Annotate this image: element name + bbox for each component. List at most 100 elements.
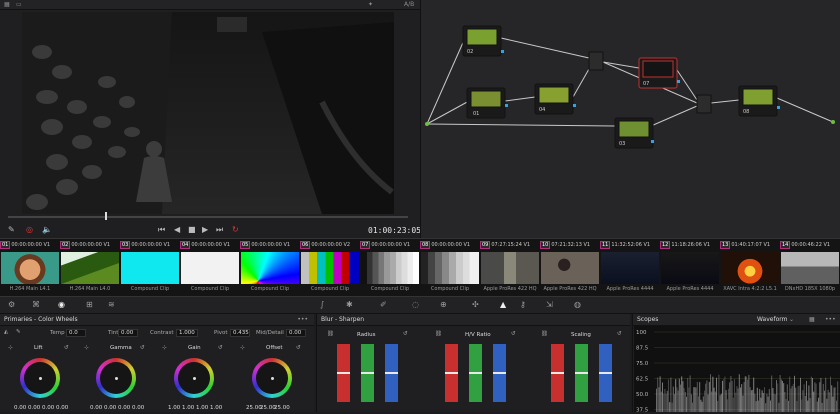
link-icon[interactable]: ⛓ [541,331,548,337]
loop-icon[interactable]: ◎ [26,225,33,235]
wheel-center-dot[interactable] [38,376,42,380]
warper-icon[interactable]: ✱ [346,300,353,309]
wheel-value[interactable]: 0.00 [118,405,130,411]
reset-icon[interactable]: ↺ [403,331,408,337]
wheel-label: Gamma [110,345,132,351]
wheel-mode-icon[interactable]: ⊹ [8,345,13,351]
clip-thumbnail[interactable]: 02 00:00:00:00 V1 H.264 Main L4.0 [60,239,120,297]
qualifier-icon[interactable]: ✐ [380,300,387,309]
pen-icon[interactable]: ✎ [8,225,15,235]
blur-channel-slider[interactable] [599,344,612,402]
wheel-value[interactable]: 0.00 [56,405,68,411]
wheel-value[interactable]: 0.00 [90,405,102,411]
wheel-value[interactable]: 0.00 [28,405,40,411]
clip-thumbnail[interactable]: 14 00:00:46:22 V1 DNxHD 185X 1080p [780,239,840,297]
blur-icon[interactable]: ▲ [500,300,506,309]
contrast-field[interactable]: 1.000 [176,329,198,337]
skip-forward-icon[interactable]: ⏭ [216,225,223,235]
wheel-value[interactable]: 25.00 [274,405,290,411]
wheel-value[interactable]: 1.00 [182,405,194,411]
wheel-value[interactable]: 0.00 [132,405,144,411]
reset-icon[interactable]: ↺ [140,345,145,351]
tint-field[interactable]: 0.00 [118,329,138,337]
reset-icon[interactable]: ↺ [218,345,223,351]
wheel-center-dot[interactable] [270,376,274,380]
wheel-mode-icon[interactable]: ⊹ [240,345,245,351]
blur-channel-slider[interactable] [445,344,458,402]
key-icon[interactable]: ⚷ [520,300,526,309]
scope-more-icon[interactable]: ••• [825,316,836,323]
clip-thumbnail[interactable]: 13 01:40:17:07 V1 XAVC Intra 4:2:2 L5.1 [720,239,780,297]
scope-toggle-icon[interactable]: ✦ [368,1,373,8]
link-icon[interactable]: ⛓ [327,331,334,337]
grid-icon[interactable]: ▦ [4,1,10,8]
blur-channel-slider[interactable] [337,344,350,402]
wheel-center-dot[interactable] [192,376,196,380]
color-match-icon[interactable]: ⌘ [32,300,40,309]
clip-header: 02 00:00:00:00 V1 [60,241,120,249]
reset-icon[interactable]: ↺ [511,331,516,337]
clip-thumbnail[interactable]: 09 07:27:15:24 V1 Apple ProRes 422 HQ [480,239,540,297]
stop-icon[interactable]: ■ [188,225,196,235]
wheel-value[interactable]: 0.00 [42,405,54,411]
play-icon[interactable]: ▶ [202,225,208,235]
sizing-icon[interactable]: ⇲ [546,300,553,309]
blur-channel-slider[interactable] [551,344,564,402]
clip-thumbnail[interactable]: 06 00:00:00:00 V2 Compound Clip [300,239,360,297]
wheel-value[interactable]: 0.00 [14,405,26,411]
clip-thumbnail[interactable]: 04 00:00:00:00 V1 Compound Clip [180,239,240,297]
magic-mask-icon[interactable]: ✣ [472,300,479,309]
playhead[interactable] [105,212,107,220]
reset-icon[interactable]: ↺ [617,331,622,337]
blur-channel-slider[interactable] [575,344,588,402]
scrub-bar[interactable] [8,216,408,218]
picker-icon[interactable]: ✎ [16,329,21,335]
3d-icon[interactable]: ◍ [574,300,581,309]
wheel-value[interactable]: 1.00 [210,405,222,411]
clip-thumbnail[interactable]: 08 00:00:00:00 V1 Compound Clip [420,239,480,297]
temp-field[interactable]: 0.0 [66,329,86,337]
waveform-trace [762,393,764,412]
clip-thumbnail[interactable]: 12 11:18:26:06 V1 Apple ProRes 4444 [660,239,720,297]
play-reverse-icon[interactable]: ◀ [174,225,180,235]
wheel-value[interactable]: 1.00 [168,405,180,411]
clip-thumbnail[interactable]: 03 00:00:00:00 V1 Compound Clip [120,239,180,297]
camera-raw-icon[interactable]: ⚙ [8,300,15,309]
color-wheels-icon[interactable]: ◉ [58,300,65,309]
reset-icon[interactable]: ↺ [296,345,301,351]
reset-icon[interactable]: ↺ [64,345,69,351]
node-graph[interactable]: 01 02 03 04 07 08 [420,0,840,238]
link-icon[interactable]: ⛓ [435,331,442,337]
scope-mode-select[interactable]: Waveform [757,316,787,323]
layout-icon[interactable]: ▭ [16,1,22,8]
motion-effects-icon[interactable]: ≋ [108,300,115,309]
loop-playback-icon[interactable]: ↻ [232,225,239,235]
skip-back-icon[interactable]: ⏮ [158,225,165,235]
pivot-field[interactable]: 0.435 [230,329,250,337]
clip-thumbnail[interactable]: 01 00:00:00:00 V1 H.264 Main L4.1 [0,239,60,297]
rgb-mixer-icon[interactable]: ⊞ [86,300,93,309]
clip-thumbnail[interactable]: 11 11:32:52:06 V1 Apple ProRes 4444 [600,239,660,297]
chevron-down-icon[interactable]: ⌄ [789,316,794,323]
clip-thumbnail[interactable]: 05 00:00:00:00 V1 Compound Clip [240,239,300,297]
wheel-value[interactable]: 0.00 [104,405,116,411]
blur-channel-slider[interactable] [385,344,398,402]
blur-channel-slider[interactable] [361,344,374,402]
scope-layout-icon[interactable]: ▦ [809,316,815,323]
curves-icon[interactable]: ∫ [320,300,324,309]
wheel-center-dot[interactable] [114,376,118,380]
middetail-field[interactable]: 0.00 [286,329,306,337]
blur-channel-slider[interactable] [493,344,506,402]
more-options-icon[interactable]: ••• [297,316,308,323]
volume-icon[interactable]: 🔈 [42,225,52,235]
wheel-mode-icon[interactable]: ⊹ [84,345,89,351]
auto-balance-icon[interactable]: ◭ [4,329,8,335]
tracker-icon[interactable]: ⊕ [440,300,447,309]
blur-channel-slider[interactable] [469,344,482,402]
wheel-mode-icon[interactable]: ⊹ [162,345,167,351]
clip-thumbnail[interactable]: 07 00:00:00:00 V1 Compound Clip [360,239,420,297]
clip-thumbnail[interactable]: 10 07:21:32:13 V1 Apple ProRes 422 HQ [540,239,600,297]
ab-label[interactable]: A/B [404,1,414,8]
wheel-value[interactable]: 1.00 [196,405,208,411]
window-icon[interactable]: ◌ [412,300,419,309]
